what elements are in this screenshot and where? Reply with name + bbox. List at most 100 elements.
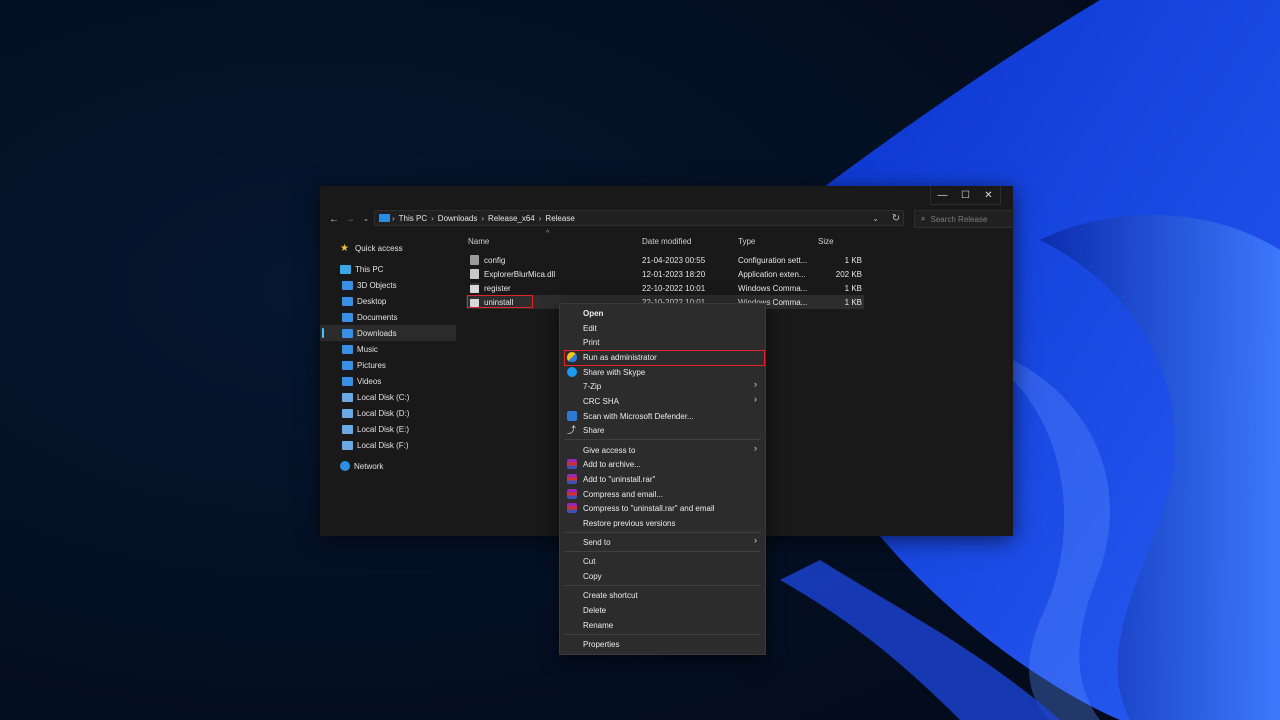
breadcrumb-release-x64[interactable]: Release_x64 bbox=[488, 214, 535, 223]
chevron-right-icon: › bbox=[754, 535, 757, 545]
winrar-icon bbox=[567, 503, 577, 513]
music-folder-icon bbox=[342, 344, 353, 354]
menu-item-share[interactable]: ⤴ Share bbox=[560, 423, 765, 437]
file-date: 21-04-2023 00:55 bbox=[642, 255, 706, 265]
menu-item-add-to-uninstall-rar[interactable]: Add to "uninstall.rar" bbox=[560, 472, 765, 486]
winrar-icon bbox=[567, 459, 577, 469]
sort-ascending-icon: ^ bbox=[546, 230, 550, 237]
sidebar-item-label: Local Disk (C:) bbox=[357, 392, 410, 402]
menu-item-label: Share with Skype bbox=[583, 367, 646, 377]
file-type: Configuration sett... bbox=[738, 255, 808, 265]
menu-item-label: Rename bbox=[583, 620, 614, 630]
sidebar-item-videos[interactable]: Videos bbox=[320, 373, 456, 389]
column-header-date-modified[interactable]: Date modified bbox=[642, 237, 691, 246]
sidebar-item-downloads[interactable]: Downloads bbox=[320, 325, 456, 341]
sidebar-item-label: This PC bbox=[355, 264, 384, 274]
search-input[interactable]: ⌕ Search Release bbox=[914, 210, 1014, 228]
sidebar-item-quick-access[interactable]: ★ Quick access bbox=[320, 240, 456, 256]
file-row[interactable]: ExplorerBlurMica.dll 12-01-2023 18:20 Ap… bbox=[466, 267, 864, 281]
file-type: Application exten... bbox=[738, 269, 806, 279]
menu-item-copy[interactable]: Copy bbox=[560, 569, 765, 583]
column-header-type[interactable]: Type bbox=[738, 237, 755, 246]
menu-separator bbox=[564, 551, 761, 552]
sidebar-item-network[interactable]: Network bbox=[320, 458, 456, 474]
back-arrow-icon[interactable]: ← bbox=[326, 211, 342, 227]
menu-item-label: Compress to "uninstall.rar" and email bbox=[583, 503, 715, 513]
minimize-button[interactable]: — bbox=[931, 186, 954, 204]
sidebar-item-desktop[interactable]: Desktop bbox=[320, 293, 456, 309]
menu-item-delete[interactable]: Delete bbox=[560, 603, 765, 617]
skype-icon bbox=[567, 367, 577, 377]
sidebar-item-label: Desktop bbox=[357, 296, 387, 306]
menu-item-7zip[interactable]: 7-Zip › bbox=[560, 379, 765, 393]
breadcrumb-this-pc[interactable]: This PC bbox=[399, 214, 427, 223]
winrar-icon bbox=[567, 489, 577, 499]
sidebar-item-label: Quick access bbox=[355, 243, 403, 253]
maximize-button[interactable]: ☐ bbox=[954, 186, 977, 204]
sidebar-item-local-disk-f[interactable]: Local Disk (F:) bbox=[320, 437, 456, 453]
drive-icon bbox=[342, 440, 353, 450]
menu-item-share-with-skype[interactable]: Share with Skype bbox=[560, 365, 765, 379]
menu-item-compress-and-email[interactable]: Compress and email... bbox=[560, 487, 765, 501]
menu-item-compress-to-rar-and-email[interactable]: Compress to "uninstall.rar" and email bbox=[560, 501, 765, 515]
column-header-size[interactable]: Size bbox=[818, 237, 834, 246]
run-as-admin-highlight-box bbox=[564, 350, 765, 366]
menu-item-label: Delete bbox=[583, 605, 607, 615]
file-row[interactable]: config 21-04-2023 00:55 Configuration se… bbox=[466, 253, 864, 267]
column-header-name[interactable]: Name bbox=[468, 237, 489, 246]
menu-item-restore-previous-versions[interactable]: Restore previous versions bbox=[560, 516, 765, 530]
menu-item-label: Print bbox=[583, 337, 600, 347]
sidebar-item-label: Music bbox=[357, 344, 378, 354]
pc-folder-icon bbox=[379, 214, 390, 222]
sidebar-item-documents[interactable]: Documents bbox=[320, 309, 456, 325]
breadcrumb-release[interactable]: Release bbox=[545, 214, 574, 223]
file-size: 1 KB bbox=[844, 283, 862, 293]
menu-item-label: Add to archive... bbox=[583, 459, 641, 469]
folder-icon bbox=[342, 312, 353, 322]
sidebar-item-pictures[interactable]: Pictures bbox=[320, 357, 456, 373]
sidebar-item-local-disk-e[interactable]: Local Disk (E:) bbox=[320, 421, 456, 437]
menu-item-scan-with-defender[interactable]: Scan with Microsoft Defender... bbox=[560, 409, 765, 423]
chevron-right-icon: › bbox=[754, 394, 757, 404]
download-folder-icon bbox=[342, 328, 353, 338]
menu-item-label: Scan with Microsoft Defender... bbox=[583, 411, 694, 421]
dll-file-icon bbox=[470, 269, 479, 279]
menu-item-create-shortcut[interactable]: Create shortcut bbox=[560, 588, 765, 602]
menu-item-give-access-to[interactable]: Give access to › bbox=[560, 443, 765, 457]
recent-locations-chevron-icon[interactable]: ⌄ bbox=[358, 211, 374, 227]
sidebar-item-label: Pictures bbox=[357, 360, 386, 370]
menu-item-send-to[interactable]: Send to › bbox=[560, 535, 765, 549]
sidebar-item-label: Videos bbox=[357, 376, 382, 386]
file-row[interactable]: register 22-10-2022 10:01 Windows Comma.… bbox=[466, 281, 864, 295]
menu-separator bbox=[564, 585, 761, 586]
forward-arrow-icon[interactable]: → bbox=[342, 211, 358, 227]
breadcrumb-downloads[interactable]: Downloads bbox=[438, 214, 478, 223]
chevron-right-icon: › bbox=[431, 213, 434, 223]
file-size: 1 KB bbox=[844, 297, 862, 307]
address-bar[interactable]: › This PC › Downloads › Release_x64 › Re… bbox=[374, 210, 904, 226]
menu-item-label: Restore previous versions bbox=[583, 518, 676, 528]
menu-item-print[interactable]: Print bbox=[560, 335, 765, 349]
refresh-icon[interactable]: ↻ bbox=[888, 210, 904, 226]
sidebar-item-local-disk-c[interactable]: Local Disk (C:) bbox=[320, 389, 456, 405]
close-button[interactable]: ✕ bbox=[977, 186, 1000, 204]
menu-item-add-to-archive[interactable]: Add to archive... bbox=[560, 457, 765, 471]
sidebar-item-3d-objects[interactable]: 3D Objects bbox=[320, 277, 456, 293]
config-file-icon bbox=[470, 255, 479, 265]
sidebar-item-local-disk-d[interactable]: Local Disk (D:) bbox=[320, 405, 456, 421]
menu-item-crc-sha[interactable]: CRC SHA › bbox=[560, 394, 765, 408]
sidebar-item-label: Documents bbox=[357, 312, 398, 322]
share-icon: ⤴ bbox=[567, 425, 577, 435]
sidebar-item-label: Local Disk (E:) bbox=[357, 424, 410, 434]
menu-item-properties[interactable]: Properties bbox=[560, 637, 765, 651]
sidebar-item-music[interactable]: Music bbox=[320, 341, 456, 357]
menu-item-rename[interactable]: Rename bbox=[560, 618, 765, 632]
menu-item-edit[interactable]: Edit bbox=[560, 321, 765, 335]
menu-item-cut[interactable]: Cut bbox=[560, 554, 765, 568]
menu-item-open[interactable]: Open bbox=[560, 306, 765, 320]
context-menu: Open Edit Print Run as administrator Sha… bbox=[559, 303, 766, 655]
drive-icon bbox=[342, 408, 353, 418]
address-dropdown-chevron-icon[interactable]: ⌄ bbox=[872, 211, 879, 225]
sidebar-item-this-pc[interactable]: This PC bbox=[320, 261, 456, 277]
network-globe-icon bbox=[340, 461, 350, 471]
